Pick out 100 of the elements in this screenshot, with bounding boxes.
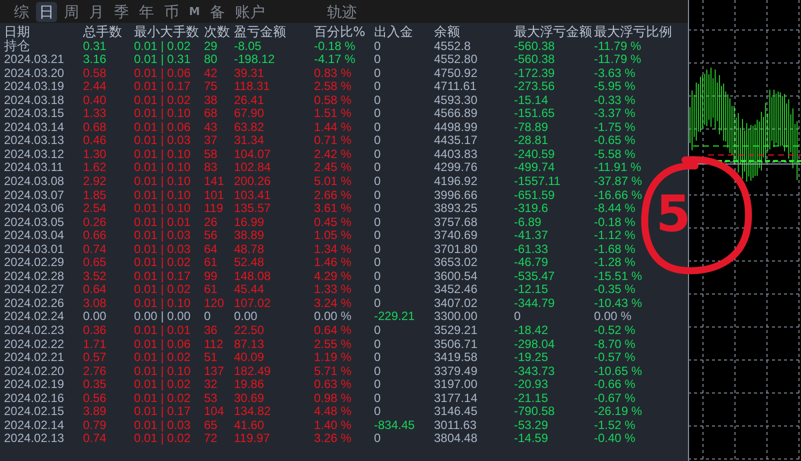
table-cell-text: 0	[374, 338, 382, 352]
table-cell-text: 0.26	[83, 216, 108, 230]
tab[interactable]: 币	[161, 2, 182, 22]
table-cell-text: 48.78	[234, 242, 266, 256]
table-cell-text: -229.21	[374, 310, 416, 324]
table-cell-text: 80	[204, 53, 218, 67]
table-cell-text: 0	[374, 270, 382, 284]
tab[interactable]: 备	[206, 2, 228, 22]
table-cell-text: 0.01 | 0.10	[134, 161, 192, 176]
table-cell-text: 32	[204, 378, 218, 392]
table-cell-text: 0	[374, 364, 382, 378]
table-cell-text: 0.31	[83, 40, 108, 54]
table-cell-text: 200.26	[234, 175, 272, 189]
table-cell-text: -344.79	[514, 296, 556, 310]
table-cell-text: 51	[204, 351, 218, 365]
table-cell-text: 56	[204, 229, 218, 243]
table-cell-text: 0.01 | 0.10	[134, 202, 192, 216]
table-cell-text: 0.00 %	[594, 310, 632, 324]
table-cell-text: 3757.68	[434, 216, 478, 230]
table-cell-text: -5.58 %	[594, 148, 636, 162]
table-cell-text: 0	[374, 120, 382, 134]
table-cell-text: 0.01 | 0.17	[134, 270, 192, 284]
table-cell-text: -273.56	[514, 80, 556, 94]
table-cell-text: 0.58	[83, 66, 108, 80]
tab[interactable]: 轨迹	[324, 2, 360, 22]
table-cell-text: 3407.02	[434, 296, 478, 310]
table-cell-text: 38.89	[234, 229, 266, 243]
table-cell-text: 137	[204, 364, 226, 378]
table-cell-text: 31.34	[234, 134, 266, 148]
table-cell-text: 0.01 | 0.10	[134, 175, 192, 189]
tab[interactable]: 季	[111, 2, 132, 22]
table-cell-text: 0.46	[83, 134, 108, 148]
table-cell-text: 43	[204, 120, 218, 134]
table-cell-text: -240.59	[514, 148, 556, 162]
table-cell-text: 1.33	[83, 107, 108, 121]
table-cell-text: 3419.58	[434, 351, 478, 365]
table-cell-text: -3.63 %	[594, 66, 636, 80]
table-cell-text: -8.70 %	[594, 338, 636, 352]
table-cell-text: 4435.17	[434, 134, 478, 148]
table-cell-text: 0	[374, 256, 382, 270]
column-header: 百分比%	[314, 26, 366, 40]
table-cell-text: 0.01 | 0.02	[134, 40, 192, 54]
table-cell-text: 26	[204, 216, 218, 230]
table-cell-text: -46.79	[514, 256, 550, 270]
table-cell-text: 2024.02.22	[4, 338, 66, 352]
table-cell-text: 87.13	[234, 338, 266, 352]
table-cell-text: 101	[204, 188, 226, 202]
table-cell-text: 0	[374, 161, 382, 176]
table-cell-text: 4552.8	[434, 40, 472, 54]
table-cell-text: -651.59	[514, 188, 556, 202]
table-cell-text: 2.42 %	[314, 148, 352, 162]
table-cell-text: 22.50	[234, 324, 266, 338]
table-cell-text: -11.91 %	[594, 161, 642, 176]
tab[interactable]: 账户	[232, 2, 268, 22]
table-cell-text: 2024.03.01	[4, 242, 66, 256]
table-cell-text: -0.33 %	[594, 94, 636, 108]
table-cell-text: -0.67 %	[594, 392, 636, 406]
table-cell-text: -1.28 %	[594, 256, 636, 270]
table-cell-text: -343.73	[514, 364, 556, 378]
table-cell-text: 148.08	[234, 270, 272, 284]
table-cell-text: 4196.92	[434, 175, 478, 189]
table-cell-text: -499.74	[514, 161, 556, 176]
tab[interactable]: 周	[61, 2, 82, 22]
table-cell-text: 1.85	[83, 188, 108, 202]
table-cell-text: 1.71	[83, 338, 108, 352]
table-cell-text: 0.83 %	[314, 66, 352, 80]
tab[interactable]: 年	[136, 2, 157, 22]
table-cell-text: -15.14	[514, 94, 550, 108]
table-cell-text: -26.19 %	[594, 405, 644, 419]
table-cell-text: 19.86	[234, 378, 266, 392]
table-cell-text: 4498.99	[434, 120, 478, 134]
table-cell-text: 4552.80	[434, 53, 478, 67]
table-cell-text: 5.71 %	[314, 364, 352, 378]
tab[interactable]: M	[186, 2, 203, 22]
table-cell-text: 67.90	[234, 107, 266, 121]
tab[interactable]: 综	[11, 2, 32, 22]
table-cell-text: -834.45	[374, 418, 416, 432]
table-cell-text: 0	[374, 351, 382, 365]
table-cell-text: 0.56	[83, 392, 108, 406]
table-cell-text: -21.15	[514, 392, 550, 406]
table-cell-text: -0.65 %	[594, 134, 636, 148]
table-cell-text: 0	[374, 324, 382, 338]
table-cell-text: 0	[374, 216, 382, 230]
table-cell-text: 102.84	[234, 161, 272, 176]
tab[interactable]: 日	[36, 2, 57, 22]
table-cell-text: 107.02	[234, 296, 272, 310]
tab[interactable]: 月	[86, 2, 107, 22]
table-cell-text: 0.01 | 0.06	[134, 338, 192, 352]
column-header: 盈亏金额	[234, 26, 287, 40]
table-cell-text: 0.01 | 0.06	[134, 66, 192, 80]
table-cell-text: -1.12 %	[594, 229, 636, 243]
table-cell-text: 2.55 %	[314, 338, 352, 352]
table-cell-text: 64	[204, 242, 218, 256]
table-cell-text: -1.52 %	[594, 418, 636, 432]
table-cell-text: 2.58 %	[314, 80, 352, 94]
table-cell-text: 0	[374, 392, 382, 406]
table-cell-text: 2024.02.23	[4, 324, 66, 338]
table-cell-text: 1.30	[83, 148, 108, 162]
table-cell-text: 0.64 %	[314, 324, 352, 338]
table-cell-text: 182.49	[234, 364, 272, 378]
